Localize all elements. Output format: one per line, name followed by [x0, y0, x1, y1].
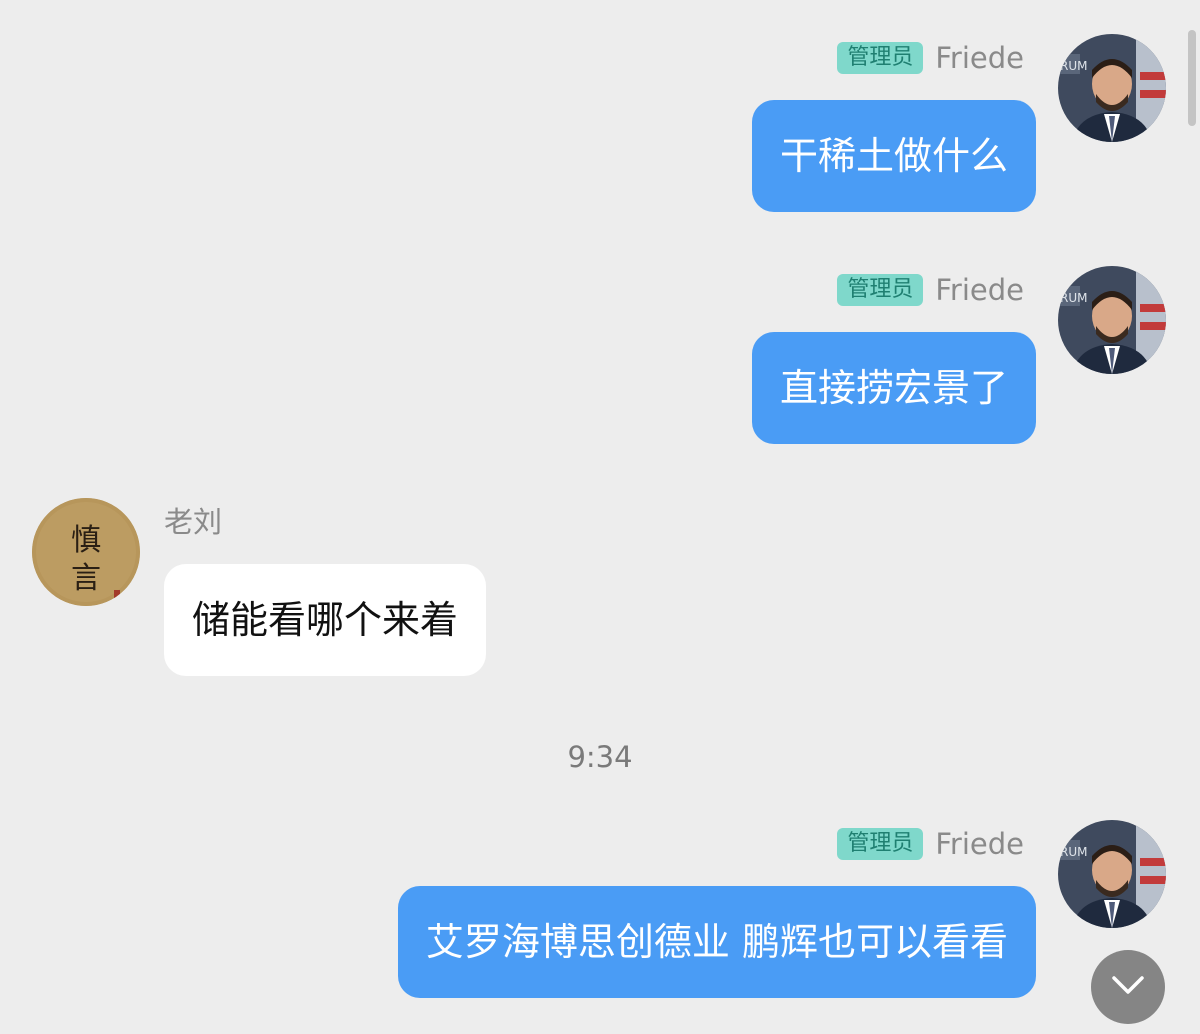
user-avatar[interactable]: RUM: [1058, 34, 1166, 142]
incoming-message-bubble[interactable]: 储能看哪个来着: [164, 564, 487, 676]
message-row: 管理员 Friede RUM 直接捞宏景了: [0, 232, 1200, 462]
sender-name[interactable]: 老刘: [164, 499, 222, 541]
sender-name[interactable]: Friede: [935, 273, 1024, 307]
sender-name[interactable]: Friede: [935, 827, 1024, 861]
admin-badge: 管理员: [837, 828, 924, 860]
user-avatar[interactable]: RUM: [1058, 266, 1166, 374]
svg-text:RUM: RUM: [1060, 845, 1087, 859]
message-row: 管理员 Friede RUM 艾罗海博思创德业 鹏辉也可以看看: [0, 786, 1200, 1026]
scroll-to-bottom-button[interactable]: [1091, 950, 1165, 1024]
sender-line: 管理员 Friede: [837, 270, 1024, 310]
sender-line: 老刘: [164, 500, 222, 540]
chevron-down-icon: [1111, 974, 1145, 1000]
sender-line: 管理员 Friede: [837, 824, 1024, 864]
sender-name[interactable]: Friede: [935, 41, 1024, 75]
admin-badge: 管理员: [837, 42, 924, 74]
message-row: 管理员 Friede RUM 干稀土做什么: [0, 0, 1200, 230]
outgoing-message-bubble[interactable]: 直接捞宏景了: [751, 332, 1036, 444]
user-avatar[interactable]: RUM: [1058, 820, 1166, 928]
outgoing-message-bubble[interactable]: 干稀土做什么: [751, 100, 1036, 212]
user-avatar[interactable]: 慎 言: [32, 498, 140, 606]
message-timestamp: 9:34: [567, 740, 633, 774]
avatar-calligraphy: 言: [71, 561, 101, 596]
outgoing-message-bubble[interactable]: 艾罗海博思创德业 鹏辉也可以看看: [397, 886, 1036, 998]
chat-thread[interactable]: 管理员 Friede RUM 干稀土做什么 管理员 Friede RUM 直接捞…: [0, 0, 1200, 1034]
sender-line: 管理员 Friede: [837, 38, 1024, 78]
message-row: 慎 言 老刘 储能看哪个来着: [0, 480, 1200, 700]
svg-text:RUM: RUM: [1060, 59, 1087, 73]
svg-text:RUM: RUM: [1060, 291, 1087, 305]
admin-badge: 管理员: [837, 274, 924, 306]
avatar-calligraphy: 慎: [71, 523, 101, 558]
